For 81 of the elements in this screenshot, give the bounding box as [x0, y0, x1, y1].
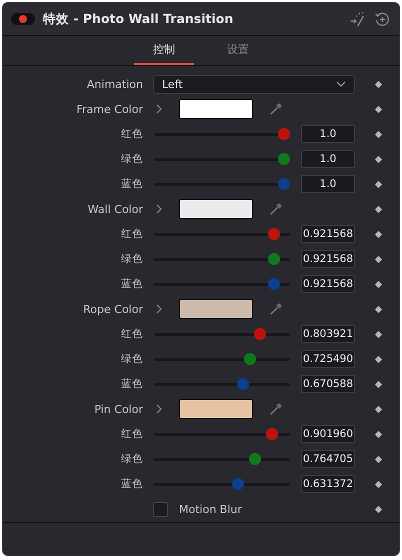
keyframe-diamond-icon[interactable] [374, 80, 383, 89]
slider-thumb[interactable] [232, 478, 244, 490]
field-label: 绿色 [120, 152, 143, 166]
keyframe-diamond-icon[interactable] [374, 154, 383, 164]
keyframe-diamond-icon[interactable] [374, 404, 383, 414]
keyframe-diamond-icon[interactable] [374, 204, 383, 214]
keyframe-diamond-icon[interactable] [374, 180, 383, 189]
keyframe-diamond-icon[interactable] [374, 454, 383, 464]
field-label: Animation [86, 78, 143, 91]
slider-thumb[interactable] [268, 253, 280, 266]
slider-thumb[interactable] [244, 353, 256, 366]
field-label: 绿色 [120, 252, 143, 266]
checkbox-label: Motion Blur [179, 502, 242, 516]
keyframe-diamond-icon[interactable] [374, 304, 383, 314]
slider-thumb[interactable] [268, 228, 280, 240]
value-field[interactable]: 0.921568 [301, 225, 355, 244]
value-field[interactable]: 1.0 [301, 175, 355, 194]
keyframe-diamond-icon[interactable] [374, 254, 383, 264]
keyframe-diamond-icon[interactable] [374, 230, 383, 239]
keyframe-diamond-icon[interactable] [374, 354, 383, 364]
field-label: 红色 [120, 327, 143, 342]
slider-thumb[interactable] [248, 453, 261, 466]
panel-title: 特效 - Photo Wall Transition [43, 10, 234, 28]
slider-thumb[interactable] [268, 278, 280, 290]
keyframe-diamond-icon[interactable] [374, 330, 383, 339]
tab[interactable]: 控制 [134, 36, 194, 65]
value-field[interactable]: 1.0 [301, 150, 355, 168]
value-field[interactable]: 0.901960 [301, 425, 355, 444]
value-field[interactable]: 0.921568 [301, 250, 355, 268]
slider-thumb[interactable] [278, 178, 290, 190]
field-label: 红色 [120, 227, 143, 242]
expand-chevron-icon[interactable] [156, 204, 162, 214]
slider-thumb[interactable] [254, 328, 266, 340]
field-label: 红色 [120, 427, 143, 442]
color-swatch[interactable] [179, 99, 253, 120]
enable-toggle[interactable] [11, 13, 35, 26]
keyframe-diamond-icon[interactable] [374, 280, 383, 289]
value-field[interactable]: 1.0 [301, 125, 355, 144]
value-field[interactable]: 0.803921 [301, 325, 355, 344]
field-label: 蓝色 [120, 477, 143, 492]
field-label: Frame Color [76, 102, 143, 116]
field-label: Rope Color [82, 302, 143, 316]
reset-icon[interactable] [374, 10, 391, 28]
slider-thumb[interactable] [278, 128, 290, 140]
tab[interactable]: 设置 [208, 36, 268, 65]
keyframe-diamond-icon[interactable] [374, 380, 383, 389]
keyframe-diamond-icon[interactable] [374, 130, 383, 139]
expand-chevron-icon[interactable] [156, 404, 162, 414]
caret-icon [336, 81, 346, 88]
field-label: 蓝色 [120, 177, 143, 192]
eyedropper-icon[interactable] [269, 302, 283, 316]
value-field[interactable]: 0.921568 [301, 275, 355, 294]
field-label: 绿色 [120, 452, 143, 466]
field-label: 蓝色 [120, 377, 143, 392]
field-label: 蓝色 [120, 277, 143, 292]
expand-chevron-icon[interactable] [156, 104, 162, 114]
value-field[interactable]: 0.764705 [301, 450, 355, 468]
slider-thumb[interactable] [266, 428, 278, 440]
keyframe-diamond-icon[interactable] [374, 104, 383, 114]
field-label: 红色 [120, 127, 143, 142]
eyedropper-icon[interactable] [269, 102, 283, 116]
dropdown[interactable]: Left [153, 74, 355, 94]
field-label: Pin Color [93, 402, 143, 416]
value-field[interactable]: 0.725490 [301, 350, 355, 368]
field-label: Wall Color [86, 202, 143, 216]
value-field[interactable]: 0.631372 [301, 475, 355, 494]
eyedropper-icon[interactable] [269, 402, 283, 416]
keyframe-diamond-icon[interactable] [374, 430, 383, 439]
slider-thumb[interactable] [237, 378, 250, 390]
magic-wand-icon[interactable] [349, 10, 366, 28]
slider-thumb[interactable] [278, 153, 290, 166]
keyframe-diamond-icon[interactable] [374, 480, 383, 489]
expand-chevron-icon[interactable] [156, 304, 162, 314]
color-swatch[interactable] [179, 199, 253, 220]
value-field[interactable]: 0.670588 [301, 375, 355, 394]
color-swatch[interactable] [179, 399, 253, 420]
field-label: 绿色 [120, 352, 143, 366]
checkbox[interactable] [153, 502, 168, 517]
keyframe-diamond-icon[interactable] [374, 504, 383, 514]
color-swatch[interactable] [179, 299, 253, 320]
eyedropper-icon[interactable] [269, 202, 283, 216]
